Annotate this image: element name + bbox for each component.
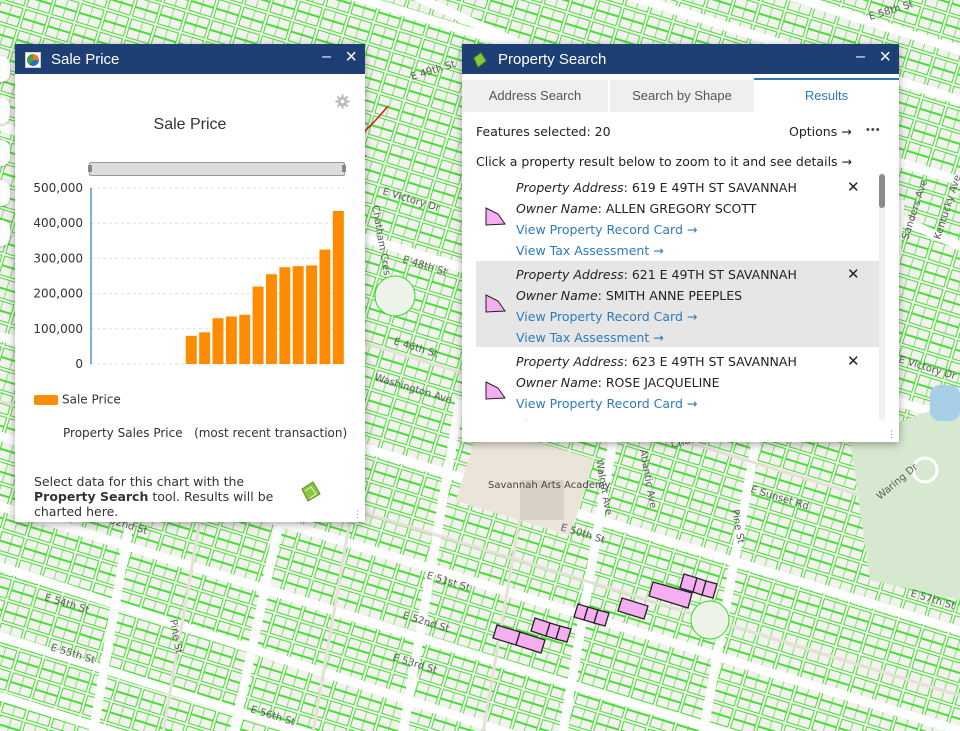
resize-handle[interactable]: ⋮ <box>887 429 896 440</box>
result-address: 619 E 49TH ST SAVANNAH <box>631 180 797 195</box>
minimize-button[interactable]: – <box>856 48 865 66</box>
bar-mark <box>265 274 277 364</box>
locate-button[interactable] <box>0 180 10 206</box>
bar-mark <box>185 335 197 364</box>
slider-handle-right[interactable] <box>342 165 346 172</box>
owner-label: Owner Name <box>516 201 598 216</box>
options-button[interactable]: Options → <box>789 124 852 139</box>
parcel-shape-icon <box>485 207 506 226</box>
view-tax-assessment-link[interactable]: View Tax Assessment → <box>516 417 664 420</box>
zoom-in-button[interactable] <box>0 56 10 82</box>
result-item-1[interactable]: Property Address: 619 E 49TH ST SAVANNAH… <box>476 174 880 260</box>
bar-mark <box>292 266 304 364</box>
chart-help-text: Select data for this chart with the Prop… <box>34 474 304 519</box>
y-tick-label: 500,000 <box>33 181 83 195</box>
help-tool-name: Property Search <box>34 489 149 504</box>
address-label: Property Address <box>516 354 624 369</box>
landmark-label: Savannah Arts Academy <box>488 480 611 491</box>
layers-button[interactable] <box>0 220 10 246</box>
minimize-button[interactable]: – <box>322 48 331 66</box>
bar-mark <box>279 267 291 364</box>
result-owner: SMITH ANNE PEEPLES <box>605 288 743 303</box>
bar-mark <box>239 314 251 364</box>
owner-label: Owner Name <box>516 375 598 390</box>
chart-legend[interactable]: Sale Price <box>34 392 121 408</box>
tab-address-search[interactable]: Address Search <box>462 80 608 112</box>
y-tick-label: 100,000 <box>33 322 83 336</box>
chart-widget-icon <box>25 52 41 68</box>
panel-title: Sale Price <box>51 51 120 68</box>
result-owner: ALLEN GREGORY SCOTT <box>605 201 757 216</box>
y-tick-label: 0 <box>75 357 83 371</box>
results-instruction: Click a property result below to zoom to… <box>476 154 853 169</box>
legend-label: Sale Price <box>62 392 121 407</box>
y-tick-label: 200,000 <box>33 287 83 301</box>
zoom-out-button[interactable] <box>0 98 10 124</box>
view-record-card-link[interactable]: View Property Record Card → <box>516 309 697 324</box>
more-menu-icon[interactable]: ••• <box>866 124 881 136</box>
bar-mark <box>319 249 331 364</box>
home-button[interactable] <box>0 140 10 166</box>
resize-handle[interactable]: ⋮ <box>353 509 362 520</box>
roundabout <box>690 600 730 640</box>
view-record-card-link[interactable]: View Property Record Card → <box>516 222 697 237</box>
map-toolbar <box>0 40 12 250</box>
parcel-shape-icon <box>485 381 506 400</box>
pond <box>930 385 960 421</box>
result-item-2[interactable]: Property Address: 621 E 49TH ST SAVANNAH… <box>476 261 880 347</box>
remove-result-button[interactable]: ✕ <box>847 265 860 283</box>
result-owner: ROSE JACQUELINE <box>605 375 720 390</box>
bar-mark <box>212 318 224 364</box>
chart-title: Sale Price <box>153 116 227 133</box>
sale-price-chart[interactable]: 500,000 400,000 300,000 200,000 100,000 0 <box>15 174 365 414</box>
parcel-shape-icon <box>485 294 506 313</box>
results-scrollbar[interactable] <box>879 174 885 420</box>
close-button[interactable]: × <box>345 46 357 69</box>
y-tick-label: 400,000 <box>33 216 83 230</box>
scrollbar-thumb[interactable] <box>879 174 885 208</box>
result-address: 621 E 49TH ST SAVANNAH <box>631 267 797 282</box>
help-prefix: Select data for this chart with the <box>34 474 245 489</box>
property-search-panel: Property Search – × Address Search Searc… <box>462 44 899 442</box>
tab-search-by-shape[interactable]: Search by Shape <box>610 80 754 112</box>
bar-mark <box>225 316 237 364</box>
settings-gear-icon[interactable] <box>335 94 350 109</box>
chart-footer: Property Sales Price (most recent transa… <box>63 426 348 440</box>
tab-results[interactable]: Results <box>754 78 899 112</box>
result-item-3[interactable]: Property Address: 623 E 49TH ST SAVANNAH… <box>476 348 880 420</box>
property-search-icon <box>473 52 487 68</box>
view-record-card-link[interactable]: View Property Record Card → <box>516 396 697 411</box>
view-tax-assessment-link[interactable]: View Tax Assessment → <box>516 330 664 345</box>
property-search-tool-icon <box>301 481 321 502</box>
panel-title: Property Search <box>498 51 607 68</box>
sale-price-panel: Sale Price – × Sale Price 500,000 400,000… <box>15 44 365 522</box>
bar-mark <box>306 265 318 364</box>
roundabout <box>374 275 416 317</box>
close-button[interactable]: × <box>879 46 891 69</box>
address-label: Property Address <box>516 267 624 282</box>
view-tax-assessment-link[interactable]: View Tax Assessment → <box>516 243 664 258</box>
address-label: Property Address <box>516 180 624 195</box>
y-tick-label: 300,000 <box>33 251 83 265</box>
remove-result-button[interactable]: ✕ <box>847 352 860 370</box>
owner-label: Owner Name <box>516 288 598 303</box>
bar-mark <box>199 332 211 364</box>
sale-price-titlebar[interactable]: Sale Price – × <box>15 44 365 74</box>
property-search-titlebar[interactable]: Property Search – × <box>462 44 899 74</box>
features-selected: Features selected: 20 <box>476 124 611 139</box>
remove-result-button[interactable]: ✕ <box>847 178 860 196</box>
slider-handle-left[interactable] <box>88 165 92 172</box>
results-list[interactable]: Property Address: 619 E 49TH ST SAVANNAH… <box>462 172 899 420</box>
bar-mark <box>332 210 344 364</box>
result-address: 623 E 49TH ST SAVANNAH <box>631 354 797 369</box>
bar-mark <box>252 286 264 364</box>
legend-swatch <box>34 394 58 405</box>
